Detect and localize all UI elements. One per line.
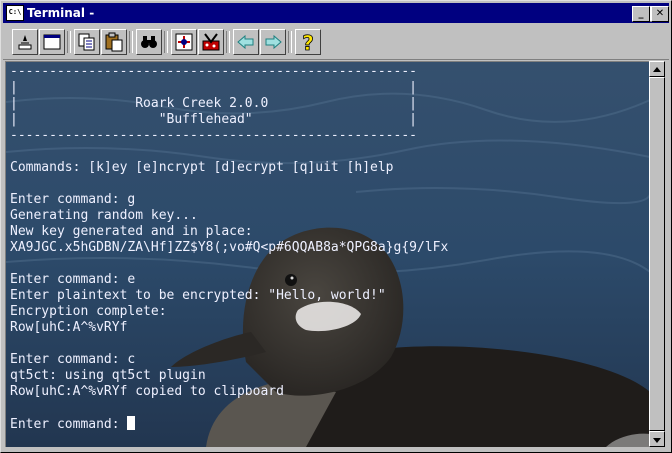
settings-button[interactable]	[171, 29, 197, 55]
banner-subtitle: | "Bufflehead" |	[10, 112, 417, 127]
back-button[interactable]	[233, 29, 259, 55]
back-arrow-icon	[237, 34, 254, 50]
scroll-up-button[interactable]	[649, 61, 665, 77]
banner-title: | Roark Creek 2.0.0 |	[10, 96, 417, 111]
tools-button[interactable]	[198, 29, 224, 55]
output-line: Row[uhC:A^%vRYf copied to clipboard	[10, 384, 284, 399]
command-prompt: Enter command: c	[10, 352, 136, 367]
scroll-down-button[interactable]	[649, 431, 665, 447]
output-line: Encryption complete:	[10, 304, 167, 319]
toolbar-separator	[164, 31, 168, 53]
command-prompt: Enter command: g	[10, 192, 136, 207]
new-terminal-icon	[18, 35, 32, 50]
banner-blank: | |	[10, 80, 417, 95]
copy-button[interactable]	[74, 29, 100, 55]
window-icon	[43, 34, 61, 50]
forward-arrow-icon	[265, 34, 282, 50]
scrollbar-thumb[interactable]	[649, 77, 665, 431]
arrow-up-icon	[653, 67, 661, 72]
settings-icon	[175, 33, 193, 51]
window-button[interactable]	[39, 29, 65, 55]
title-bar[interactable]: C:\ Terminal - _ □	[3, 3, 669, 23]
toolbar-separator	[288, 31, 292, 53]
terminal-app-icon[interactable]: C:\	[6, 5, 24, 21]
output-line: qt5ct: using qt5ct plugin	[10, 368, 206, 383]
toolbar: ?	[3, 25, 669, 60]
binoculars-icon	[141, 36, 157, 48]
terminal-area[interactable]: ----------------------------------------…	[5, 61, 650, 447]
toolbar-separator	[226, 31, 230, 53]
command-prompt: Enter command:	[10, 417, 128, 432]
toolbar-separator	[129, 31, 133, 53]
minimize-button[interactable]: _	[632, 6, 650, 22]
output-line: Enter plaintext to be encrypted: "Hello,…	[10, 288, 386, 303]
banner-border: ----------------------------------------…	[10, 64, 417, 79]
commands-help: Commands: [k]ey [e]ncrypt [d]ecrypt [q]u…	[10, 160, 394, 175]
arrow-down-icon	[653, 438, 661, 443]
output-line: New key generated and in place:	[10, 224, 253, 239]
ciphertext: Row[uhC:A^%vRYf	[10, 320, 128, 335]
paste-icon	[105, 32, 123, 52]
forward-button[interactable]	[260, 29, 286, 55]
svg-text:?: ?	[302, 32, 314, 52]
generated-key: XA9JGC.x5hGDBN/ZA\Hf]ZZ$Y8(;vo#Q<p#6QQAB…	[10, 240, 449, 255]
new-terminal-button[interactable]	[12, 29, 38, 55]
window-title: Terminal -	[27, 6, 95, 20]
close-button[interactable]: ✕	[651, 6, 669, 22]
toolbar-separator	[67, 31, 71, 53]
help-button[interactable]: ?	[295, 29, 321, 55]
find-button[interactable]	[136, 29, 162, 55]
text-cursor[interactable]	[127, 416, 136, 430]
paste-button[interactable]	[101, 29, 127, 55]
terminal-output: ----------------------------------------…	[10, 64, 448, 433]
copy-icon	[78, 33, 95, 51]
command-prompt: Enter command: e	[10, 272, 136, 287]
terminal-window: C:\ Terminal - _ □ ✕	[0, 0, 672, 453]
banner-border: ----------------------------------------…	[10, 128, 417, 143]
tools-icon	[202, 33, 220, 51]
help-icon: ?	[302, 32, 314, 52]
output-line: Generating random key...	[10, 208, 198, 223]
vertical-scrollbar[interactable]	[649, 61, 665, 447]
